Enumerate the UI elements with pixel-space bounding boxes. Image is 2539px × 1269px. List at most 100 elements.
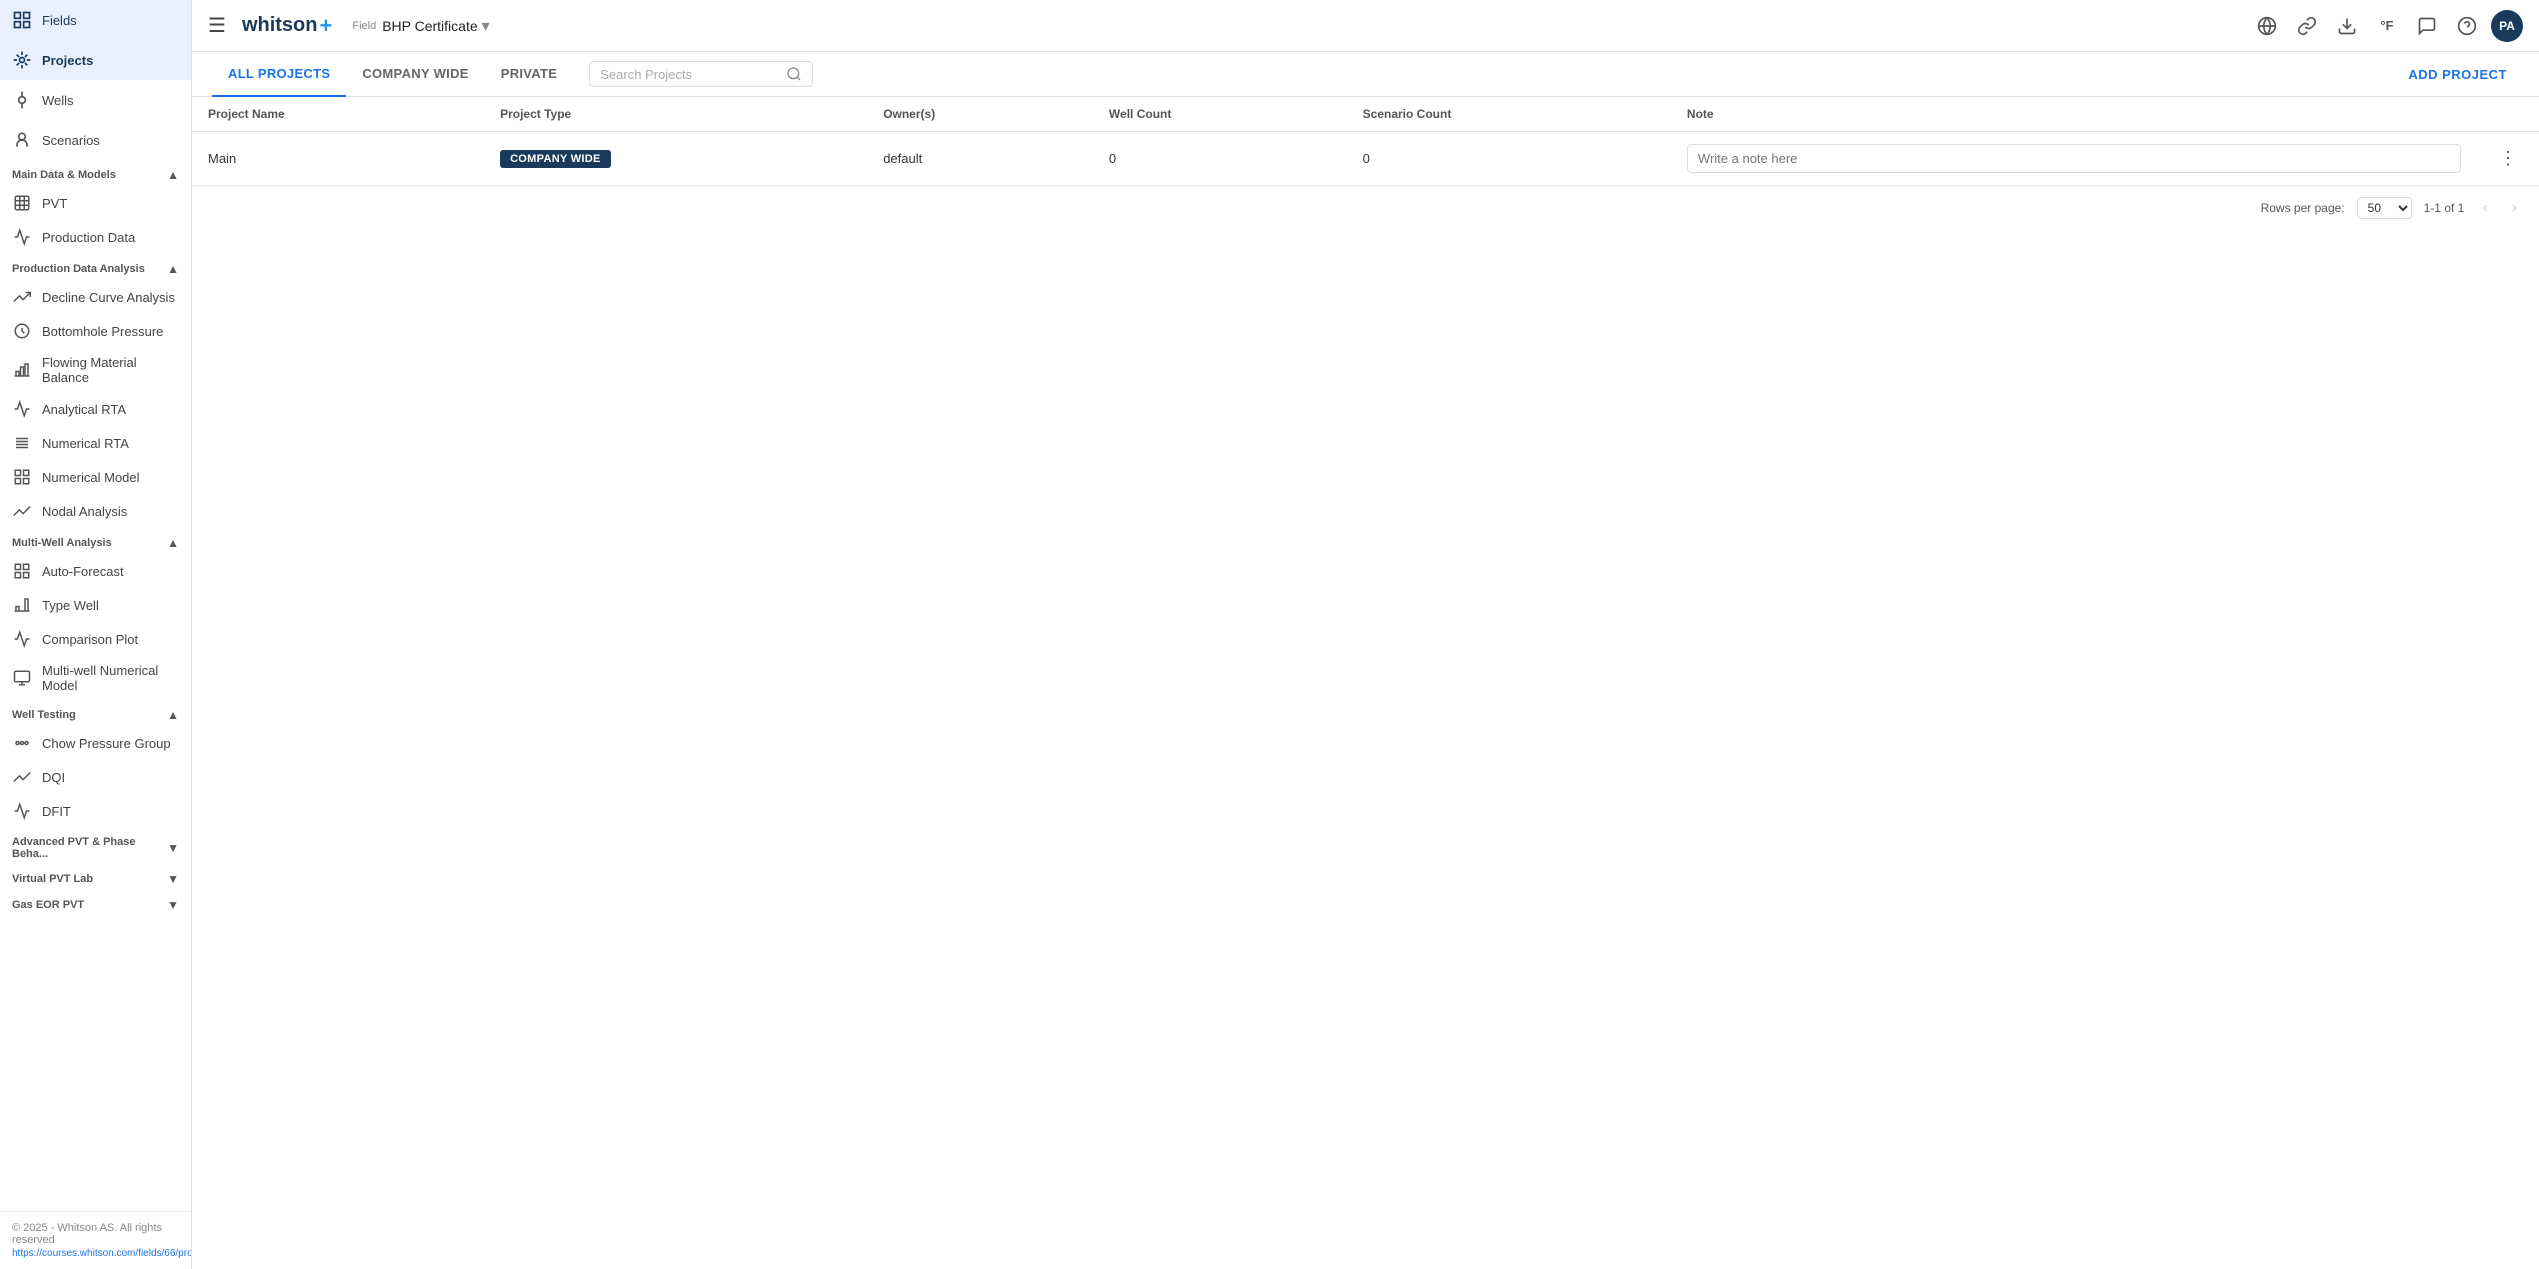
pagination-next-button[interactable]: › xyxy=(2506,197,2523,219)
well-count-cell: 0 xyxy=(1093,132,1347,186)
multi-well-numerical-model-icon xyxy=(12,668,32,688)
type-well-icon xyxy=(12,595,32,615)
logo-text: whitson xyxy=(242,14,318,37)
projects-icon xyxy=(12,50,32,70)
sidebar-item-scenarios[interactable]: Scenarios xyxy=(0,120,191,160)
field-label: Field xyxy=(352,20,376,32)
multi-well-analysis-header[interactable]: Multi-Well Analysis ▲ xyxy=(0,528,191,554)
dfit-icon xyxy=(12,801,32,821)
globe-button[interactable] xyxy=(2251,10,2283,42)
sidebar-item-auto-forecast[interactable]: Auto-Forecast xyxy=(0,554,191,588)
project-type-badge: COMPANY WIDE xyxy=(500,150,611,168)
add-project-button[interactable]: ADD PROJECT xyxy=(2396,59,2519,90)
units-button[interactable]: °F xyxy=(2371,10,2403,42)
virtual-pvt-lab-label: Virtual PVT Lab xyxy=(12,873,93,885)
sidebar-item-dfit[interactable]: DFIT xyxy=(0,794,191,828)
sidebar-item-pvt[interactable]: PVT xyxy=(0,186,191,220)
sidebar-item-bottomhole-pressure[interactable]: Bottomhole Pressure xyxy=(0,314,191,348)
numerical-rta-icon xyxy=(12,433,32,453)
actions-cell: ⋮ xyxy=(2477,132,2539,186)
sidebar-item-flowing-material-balance[interactable]: Flowing Material Balance xyxy=(0,348,191,392)
tab-private[interactable]: PRIVATE xyxy=(485,52,574,97)
dca-icon xyxy=(12,287,32,307)
owner-col-header: Owner(s) xyxy=(867,97,1093,132)
project-name-col-header: Project Name xyxy=(192,97,484,132)
auto-forecast-label: Auto-Forecast xyxy=(42,564,124,579)
gas-eor-pvt-label: Gas EOR PVT xyxy=(12,899,84,911)
sidebar-item-type-well[interactable]: Type Well xyxy=(0,588,191,622)
sidebar-item-nodal-analysis[interactable]: Nodal Analysis xyxy=(0,494,191,528)
sidebar-footer: © 2025 - Whitson AS. All rights reserved… xyxy=(0,1211,191,1269)
production-data-analysis-label: Production Data Analysis xyxy=(12,263,145,275)
sidebar-item-numerical-model[interactable]: Numerical Model xyxy=(0,460,191,494)
note-col-header: Note xyxy=(1671,97,2477,132)
note-cell[interactable] xyxy=(1671,132,2477,186)
dqi-label: DQI xyxy=(42,770,65,785)
help-button[interactable] xyxy=(2451,10,2483,42)
advanced-pvt-header[interactable]: Advanced PVT & Phase Beha... ▼ xyxy=(0,828,191,864)
numerical-rta-label: Numerical RTA xyxy=(42,436,129,451)
logo-plus: + xyxy=(319,13,332,39)
search-input[interactable] xyxy=(600,67,780,82)
sidebar-item-production-data[interactable]: Production Data xyxy=(0,220,191,254)
rows-per-page-select[interactable]: 50 25 100 xyxy=(2357,197,2412,219)
field-selector[interactable]: Field BHP Certificate ▾ xyxy=(352,16,489,36)
table-header-row: Project Name Project Type Owner(s) Well … xyxy=(192,97,2539,132)
comment-button[interactable] xyxy=(2411,10,2443,42)
search-box[interactable] xyxy=(589,61,813,87)
project-type-cell: COMPANY WIDE xyxy=(484,132,867,186)
sidebar-item-fields[interactable]: Fields xyxy=(0,0,191,40)
well-testing-section: Well Testing ▲ Chow Pressure Group DQI D… xyxy=(0,700,191,828)
gas-eor-pvt-header[interactable]: Gas EOR PVT ▼ xyxy=(0,890,191,916)
sidebar-wells-label: Wells xyxy=(42,93,74,108)
sidebar-item-chow-pressure-group[interactable]: Chow Pressure Group xyxy=(0,726,191,760)
sidebar-item-analytical-rta[interactable]: Analytical RTA xyxy=(0,392,191,426)
production-data-analysis-header[interactable]: Production Data Analysis ▲ xyxy=(0,254,191,280)
bhp-icon xyxy=(12,321,32,341)
chow-pressure-group-label: Chow Pressure Group xyxy=(42,736,171,751)
chevron-up-icon-3: ▲ xyxy=(167,536,179,550)
sidebar-item-wells[interactable]: Wells xyxy=(0,80,191,120)
comparison-plot-label: Comparison Plot xyxy=(42,632,138,647)
hamburger-button[interactable]: ☰ xyxy=(208,13,226,38)
note-input[interactable] xyxy=(1687,144,2461,173)
sidebar-fields-label: Fields xyxy=(42,13,77,28)
row-more-button[interactable]: ⋮ xyxy=(2493,144,2523,173)
well-count-value: 0 xyxy=(1109,151,1116,166)
field-dropdown-icon[interactable]: ▾ xyxy=(482,16,490,36)
search-icon xyxy=(786,66,802,82)
user-avatar[interactable]: PA xyxy=(2491,10,2523,42)
tabs-bar: ALL PROJECTS COMPANY WIDE PRIVATE ADD PR… xyxy=(192,52,2539,97)
topbar-right: °F PA xyxy=(2251,10,2523,42)
sidebar-item-decline-curve-analysis[interactable]: Decline Curve Analysis xyxy=(0,280,191,314)
pagination-bar: Rows per page: 50 25 100 1-1 of 1 ‹ › xyxy=(192,186,2539,229)
type-well-label: Type Well xyxy=(42,598,99,613)
download-button[interactable] xyxy=(2331,10,2363,42)
sidebar-item-dqi[interactable]: DQI xyxy=(0,760,191,794)
chevron-up-icon-2: ▲ xyxy=(167,262,179,276)
pagination-range-label: 1-1 of 1 xyxy=(2424,201,2465,215)
chevron-up-icon: ▲ xyxy=(167,168,179,182)
project-name-cell: Main xyxy=(192,132,484,186)
dfit-label: DFIT xyxy=(42,804,71,819)
chow-pressure-group-icon xyxy=(12,733,32,753)
content-area: ALL PROJECTS COMPANY WIDE PRIVATE ADD PR… xyxy=(192,52,2539,1269)
sidebar-item-multi-well-numerical-model[interactable]: Multi-well Numerical Model xyxy=(0,656,191,700)
main-data-models-label: Main Data & Models xyxy=(12,169,116,181)
tab-company-wide[interactable]: COMPANY WIDE xyxy=(346,52,484,97)
scenarios-icon xyxy=(12,130,32,150)
well-testing-header[interactable]: Well Testing ▲ xyxy=(0,700,191,726)
pagination-prev-button[interactable]: ‹ xyxy=(2476,197,2493,219)
virtual-pvt-lab-header[interactable]: Virtual PVT Lab ▼ xyxy=(0,864,191,890)
sidebar-item-numerical-rta[interactable]: Numerical RTA xyxy=(0,426,191,460)
analytical-rta-label: Analytical RTA xyxy=(42,402,126,417)
virtual-pvt-lab-section: Virtual PVT Lab ▼ xyxy=(0,864,191,890)
sidebar-item-comparison-plot[interactable]: Comparison Plot xyxy=(0,622,191,656)
link-button[interactable] xyxy=(2291,10,2323,42)
pvt-label: PVT xyxy=(42,196,67,211)
tab-all-projects[interactable]: ALL PROJECTS xyxy=(212,52,346,97)
sidebar-item-projects[interactable]: Projects xyxy=(0,40,191,80)
chevron-up-icon-4: ▲ xyxy=(167,708,179,722)
dqi-icon xyxy=(12,767,32,787)
main-data-models-header[interactable]: Main Data & Models ▲ xyxy=(0,160,191,186)
